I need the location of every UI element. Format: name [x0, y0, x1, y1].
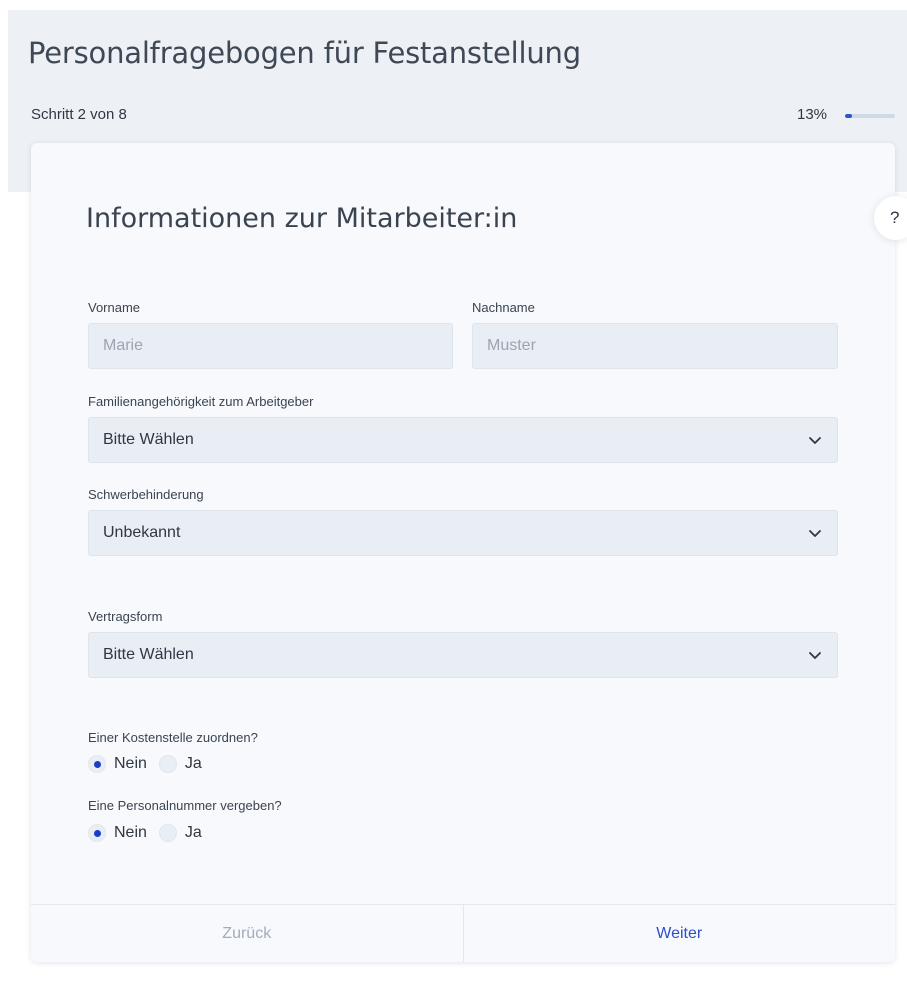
- form-footer: Zurück Weiter: [31, 904, 895, 962]
- step-indicator: Schritt 2 von 8: [31, 106, 127, 123]
- contract-type-label: Vertragsform: [88, 609, 163, 624]
- radio-button[interactable]: [88, 755, 106, 773]
- personnel-number-option-yes[interactable]: Ja: [158, 824, 202, 842]
- first-name-input[interactable]: [88, 323, 453, 369]
- cost-center-option-no[interactable]: Nein: [88, 755, 147, 773]
- back-button[interactable]: Zurück: [31, 905, 464, 962]
- personnel-number-label: Eine Personalnummer vergeben?: [88, 798, 282, 813]
- personnel-number-option-no-label: Nein: [114, 824, 147, 841]
- personnel-number-option-no[interactable]: Nein: [88, 824, 147, 842]
- contract-type-select[interactable]: Bitte Wählen: [88, 632, 838, 678]
- disability-label: Schwerbehinderung: [88, 487, 204, 502]
- family-relation-value: Bitte Wählen: [103, 431, 194, 448]
- family-relation-select[interactable]: Bitte Wählen: [88, 417, 838, 463]
- last-name-label: Nachname: [472, 300, 535, 315]
- radio-button[interactable]: [158, 824, 177, 842]
- disability-select[interactable]: Unbekannt: [88, 510, 838, 556]
- last-name-input[interactable]: [472, 323, 838, 369]
- radio-button[interactable]: [88, 824, 106, 842]
- cost-center-label: Einer Kostenstelle zuordnen?: [88, 730, 258, 745]
- chevron-down-icon: [809, 530, 821, 537]
- progress-bar: [845, 114, 895, 118]
- radio-button[interactable]: [158, 755, 177, 773]
- form-title: Informationen zur Mitarbeiter:in: [86, 203, 518, 234]
- personnel-number-radio-group: Nein Ja: [88, 824, 214, 842]
- cost-center-option-yes-label: Ja: [184, 755, 202, 772]
- cost-center-option-yes[interactable]: Ja: [158, 755, 202, 773]
- family-relation-label: Familienangehörigkeit zum Arbeitgeber: [88, 394, 314, 409]
- disability-value: Unbekannt: [103, 524, 181, 541]
- help-icon: ?: [890, 208, 900, 227]
- first-name-label: Vorname: [88, 300, 141, 315]
- progress-bar-fill: [845, 114, 852, 118]
- progress-percent: 13%: [797, 106, 828, 123]
- chevron-down-icon: [809, 652, 821, 659]
- personnel-number-option-yes-label: Ja: [184, 824, 202, 841]
- form-card: Informationen zur Mitarbeiter:in Vorname…: [31, 143, 895, 962]
- cost-center-radio-group: Nein Ja: [88, 755, 214, 773]
- cost-center-option-no-label: Nein: [114, 755, 147, 772]
- page-title: Personalfragebogen für Festanstellung: [28, 36, 581, 70]
- chevron-down-icon: [809, 437, 821, 444]
- contract-type-value: Bitte Wählen: [103, 646, 194, 663]
- next-button[interactable]: Weiter: [464, 905, 896, 962]
